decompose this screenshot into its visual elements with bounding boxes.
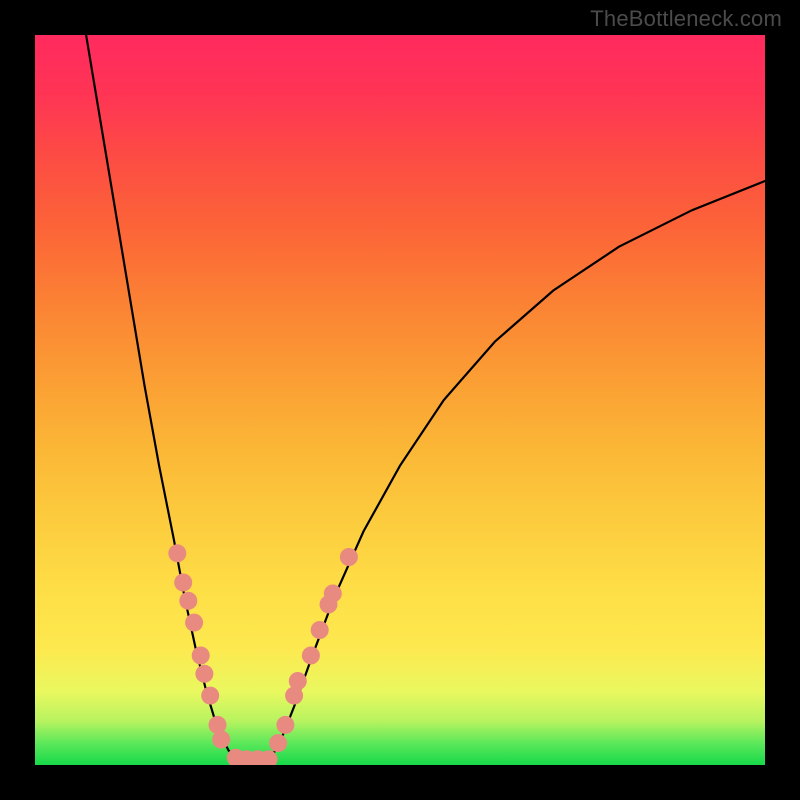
beads-group bbox=[168, 544, 358, 765]
right-branch-path bbox=[269, 181, 765, 761]
bead-marker bbox=[192, 647, 210, 665]
bead-marker bbox=[276, 716, 294, 734]
bead-marker bbox=[311, 621, 329, 639]
bead-marker bbox=[340, 548, 358, 566]
bead-marker bbox=[195, 665, 213, 683]
curve-group bbox=[86, 35, 765, 761]
outer-frame: TheBottleneck.com bbox=[0, 0, 800, 800]
bead-marker bbox=[201, 687, 219, 705]
bead-marker bbox=[185, 614, 203, 632]
bead-marker bbox=[302, 647, 320, 665]
left-branch-path bbox=[86, 35, 239, 761]
bead-marker bbox=[269, 734, 287, 752]
bead-marker bbox=[168, 544, 186, 562]
bead-marker bbox=[212, 731, 230, 749]
bead-marker bbox=[289, 672, 307, 690]
bead-marker bbox=[324, 585, 342, 603]
chart-svg bbox=[35, 35, 765, 765]
watermark-text: TheBottleneck.com bbox=[590, 6, 782, 32]
plot-area bbox=[35, 35, 765, 765]
bead-marker bbox=[174, 574, 192, 592]
bead-marker bbox=[179, 592, 197, 610]
